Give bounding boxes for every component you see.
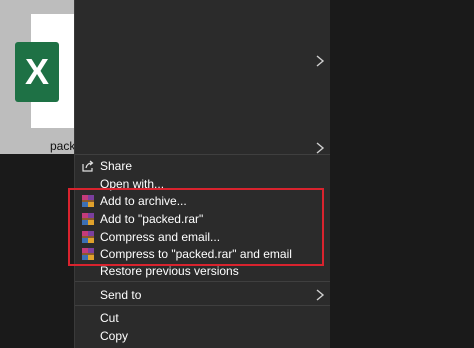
winrar-icon — [82, 213, 94, 225]
menu-separator — [75, 281, 330, 282]
excel-file-icon: X — [15, 42, 59, 102]
menu-item-cut[interactable]: Cut — [75, 309, 330, 327]
file-name: packed — [50, 139, 74, 153]
file-tile[interactable]: X packed — [0, 0, 74, 154]
chevron-right-icon[interactable] — [314, 141, 326, 155]
excel-letter: X — [24, 51, 49, 92]
menu-item-label: Add to "packed.rar" — [100, 212, 204, 226]
menu-item-send-to[interactable]: Send to — [75, 286, 330, 304]
menu-item-compress-to-packed-rar-and-email[interactable]: Compress to "packed.rar" and email — [75, 245, 330, 263]
desktop: X packed Share Open with... — [0, 0, 474, 348]
menu-item-share[interactable]: Share — [75, 157, 330, 175]
menu-item-label: Copy — [100, 329, 129, 343]
winrar-icon — [82, 231, 94, 243]
menu-item-label: Compress to "packed.rar" and email — [100, 247, 292, 261]
menu-separator — [75, 305, 330, 306]
menu-item-label: Share — [100, 159, 133, 173]
chevron-right-icon — [316, 289, 325, 301]
menu-item-add-to-archive[interactable]: Add to archive... — [75, 192, 330, 210]
menu-item-copy[interactable]: Copy — [75, 327, 330, 345]
menu-item-label: Open with... — [100, 177, 165, 191]
menu-item-label: Restore previous versions — [100, 264, 239, 278]
winrar-icon — [82, 248, 94, 260]
menu-item-label: Cut — [100, 311, 119, 325]
chevron-right-icon[interactable] — [314, 54, 326, 68]
menu-item-add-to-packed-rar[interactable]: Add to "packed.rar" — [75, 210, 330, 228]
menu-separator — [75, 154, 330, 155]
context-menu: Share Open with... Add to archive... Add… — [74, 0, 330, 348]
menu-item-restore-previous-versions[interactable]: Restore previous versions — [75, 262, 330, 280]
menu-item-open-with[interactable]: Open with... — [75, 175, 330, 193]
share-icon — [82, 160, 94, 172]
winrar-icon — [82, 195, 94, 207]
menu-item-label: Add to archive... — [100, 194, 187, 208]
menu-item-label: Compress and email... — [100, 230, 221, 244]
menu-item-label: Send to — [100, 288, 142, 302]
menu-item-compress-and-email[interactable]: Compress and email... — [75, 228, 330, 246]
